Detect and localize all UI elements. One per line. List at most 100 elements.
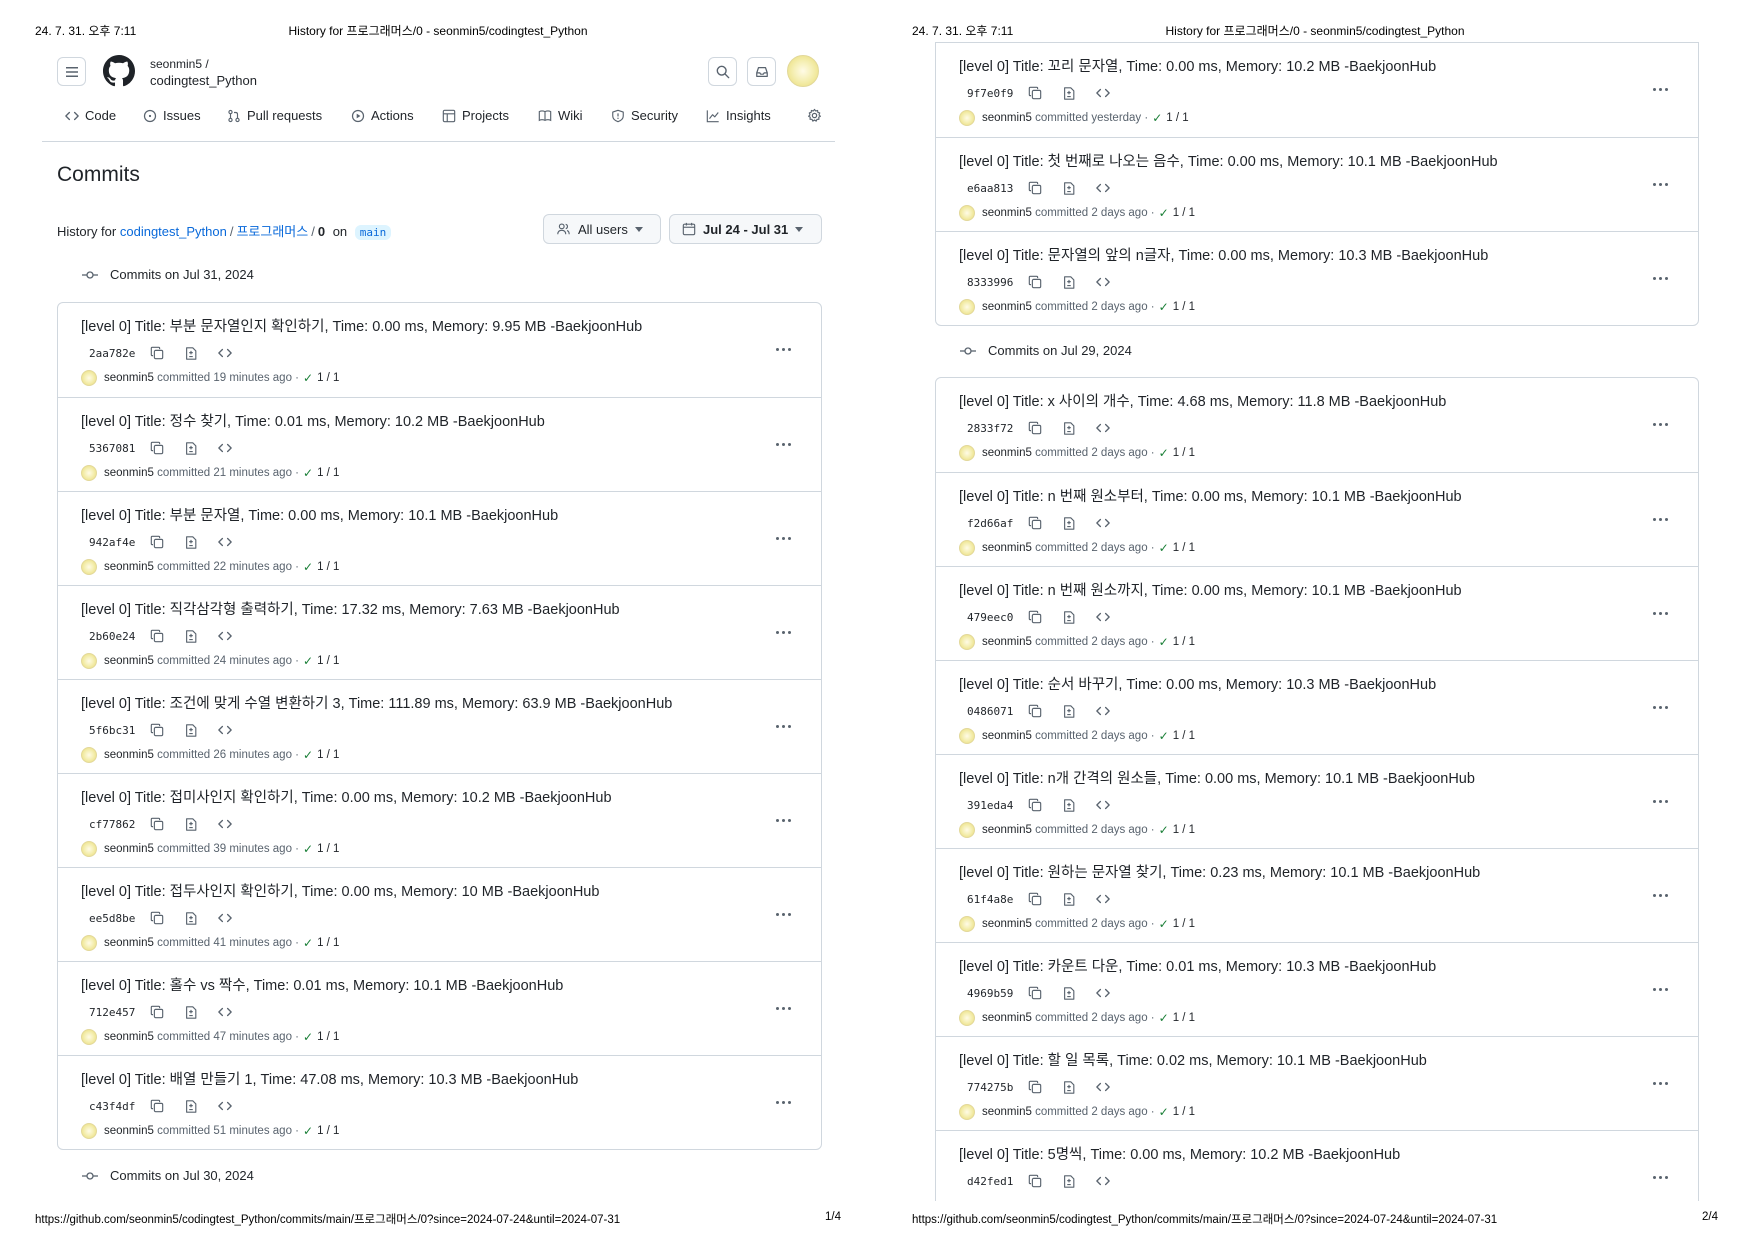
view-checks-button[interactable] [1052,421,1086,436]
author-name[interactable]: seonmin5 [982,112,1032,124]
menu-button[interactable] [57,57,86,86]
checks-status[interactable]: 1 / 1 [317,749,339,761]
browse-repo-button[interactable] [208,535,242,549]
author-name[interactable]: seonmin5 [104,749,154,761]
more-options-button[interactable] [771,1092,795,1112]
copy-sha-button[interactable] [1018,892,1052,906]
more-options-button[interactable] [1648,1073,1672,1093]
author-avatar[interactable] [959,205,975,221]
more-options-button[interactable] [1648,603,1672,623]
author-name[interactable]: seonmin5 [982,207,1032,219]
author-name[interactable]: seonmin5 [104,561,154,573]
browse-repo-button[interactable] [1086,610,1120,624]
author-name[interactable]: seonmin5 [104,467,154,479]
view-checks-button[interactable] [1052,1080,1086,1095]
commit-message-link[interactable]: [level 0] Title: 접미사인지 확인하기, Time: 0.00 … [81,786,612,807]
commit-sha[interactable]: 0486071 [959,705,1018,718]
view-checks-button[interactable] [1052,986,1086,1001]
browse-repo-button[interactable] [208,346,242,360]
view-checks-button[interactable] [174,629,208,644]
more-options-button[interactable] [1648,1167,1672,1187]
view-checks-button[interactable] [174,817,208,832]
author-avatar[interactable] [81,370,97,386]
commit-sha[interactable]: 4969b59 [959,987,1018,1000]
commit-sha[interactable]: 5f6bc31 [81,724,140,737]
view-checks-button[interactable] [174,911,208,926]
view-checks-button[interactable] [1052,798,1086,813]
author-name[interactable]: seonmin5 [982,636,1032,648]
commit-message-link[interactable]: [level 0] Title: 원하는 문자열 찾기, Time: 0.23 … [959,861,1480,882]
browse-repo-button[interactable] [1086,798,1120,812]
author-name[interactable]: seonmin5 [982,447,1032,459]
commit-sha[interactable]: 9f7e0f9 [959,87,1018,100]
copy-sha-button[interactable] [1018,275,1052,289]
commit-sha[interactable]: 5367081 [81,442,140,455]
tab-security[interactable]: Security [611,108,678,123]
author-name[interactable]: seonmin5 [982,1012,1032,1024]
author-avatar[interactable] [81,559,97,575]
more-options-button[interactable] [1648,79,1672,99]
commit-message-link[interactable]: [level 0] Title: 할 일 목록, Time: 0.02 ms, … [959,1049,1427,1070]
checks-status[interactable]: 1 / 1 [1173,636,1195,648]
commit-sha[interactable]: 942af4e [81,536,140,549]
view-checks-button[interactable] [1052,86,1086,101]
commit-sha[interactable]: 479eec0 [959,611,1018,624]
browse-repo-button[interactable] [208,1099,242,1113]
checks-status[interactable]: 1 / 1 [1173,447,1195,459]
repo-name-link[interactable]: codingtest_Python [150,73,257,88]
view-checks-button[interactable] [174,1099,208,1114]
author-avatar[interactable] [959,634,975,650]
author-avatar[interactable] [959,916,975,932]
copy-sha-button[interactable] [1018,610,1052,624]
author-avatar[interactable] [959,1010,975,1026]
author-name[interactable]: seonmin5 [982,918,1032,930]
author-avatar[interactable] [81,465,97,481]
more-options-button[interactable] [771,434,795,454]
checks-status[interactable]: 1 / 1 [1173,1012,1195,1024]
view-checks-button[interactable] [1052,892,1086,907]
copy-sha-button[interactable] [1018,516,1052,530]
browse-repo-button[interactable] [208,911,242,925]
more-options-button[interactable] [1648,509,1672,529]
author-avatar[interactable] [81,841,97,857]
browse-repo-button[interactable] [208,629,242,643]
commit-message-link[interactable]: [level 0] Title: 부분 문자열인지 확인하기, Time: 0.… [81,315,642,336]
commit-sha[interactable]: c43f4df [81,1100,140,1113]
author-name[interactable]: seonmin5 [982,542,1032,554]
more-options-button[interactable] [1648,268,1672,288]
author-avatar[interactable] [81,1029,97,1045]
commit-sha[interactable]: 712e457 [81,1006,140,1019]
view-checks-button[interactable] [174,723,208,738]
tab-projects[interactable]: Projects [442,108,509,123]
commit-message-link[interactable]: [level 0] Title: n 번째 원소부터, Time: 0.00 m… [959,485,1462,506]
view-checks-button[interactable] [174,441,208,456]
view-checks-button[interactable] [174,1005,208,1020]
copy-sha-button[interactable] [140,1005,174,1019]
checks-status[interactable]: 1 / 1 [317,1125,339,1137]
commit-sha[interactable]: d42fed1 [959,1175,1018,1188]
breadcrumb-dir-link[interactable]: 프로그래머스 [236,224,308,239]
browse-repo-button[interactable] [1086,86,1120,100]
commit-message-link[interactable]: [level 0] Title: n 번째 원소까지, Time: 0.00 m… [959,579,1462,600]
more-options-button[interactable] [771,528,795,548]
copy-sha-button[interactable] [140,723,174,737]
copy-sha-button[interactable] [140,629,174,643]
commit-sha[interactable]: 2aa782e [81,347,140,360]
more-options-button[interactable] [771,716,795,736]
browse-repo-button[interactable] [1086,516,1120,530]
author-avatar[interactable] [959,445,975,461]
commit-message-link[interactable]: [level 0] Title: 직각삼각형 출력하기, Time: 17.32… [81,598,620,619]
author-avatar[interactable] [81,653,97,669]
browse-repo-button[interactable] [1086,986,1120,1000]
browse-repo-button[interactable] [1086,704,1120,718]
browse-repo-button[interactable] [1086,892,1120,906]
checks-status[interactable]: 1 / 1 [1173,207,1195,219]
branch-badge[interactable]: main [354,225,392,240]
checks-status[interactable]: 1 / 1 [1173,1106,1195,1118]
more-options-button[interactable] [771,339,795,359]
commit-message-link[interactable]: [level 0] Title: x 사이의 개수, Time: 4.68 ms… [959,390,1446,411]
copy-sha-button[interactable] [140,817,174,831]
tab-settings[interactable] [807,108,822,123]
tab-pull-requests[interactable]: Pull requests [227,108,322,123]
date-range-filter-button[interactable]: Jul 24 - Jul 31 [669,214,822,244]
